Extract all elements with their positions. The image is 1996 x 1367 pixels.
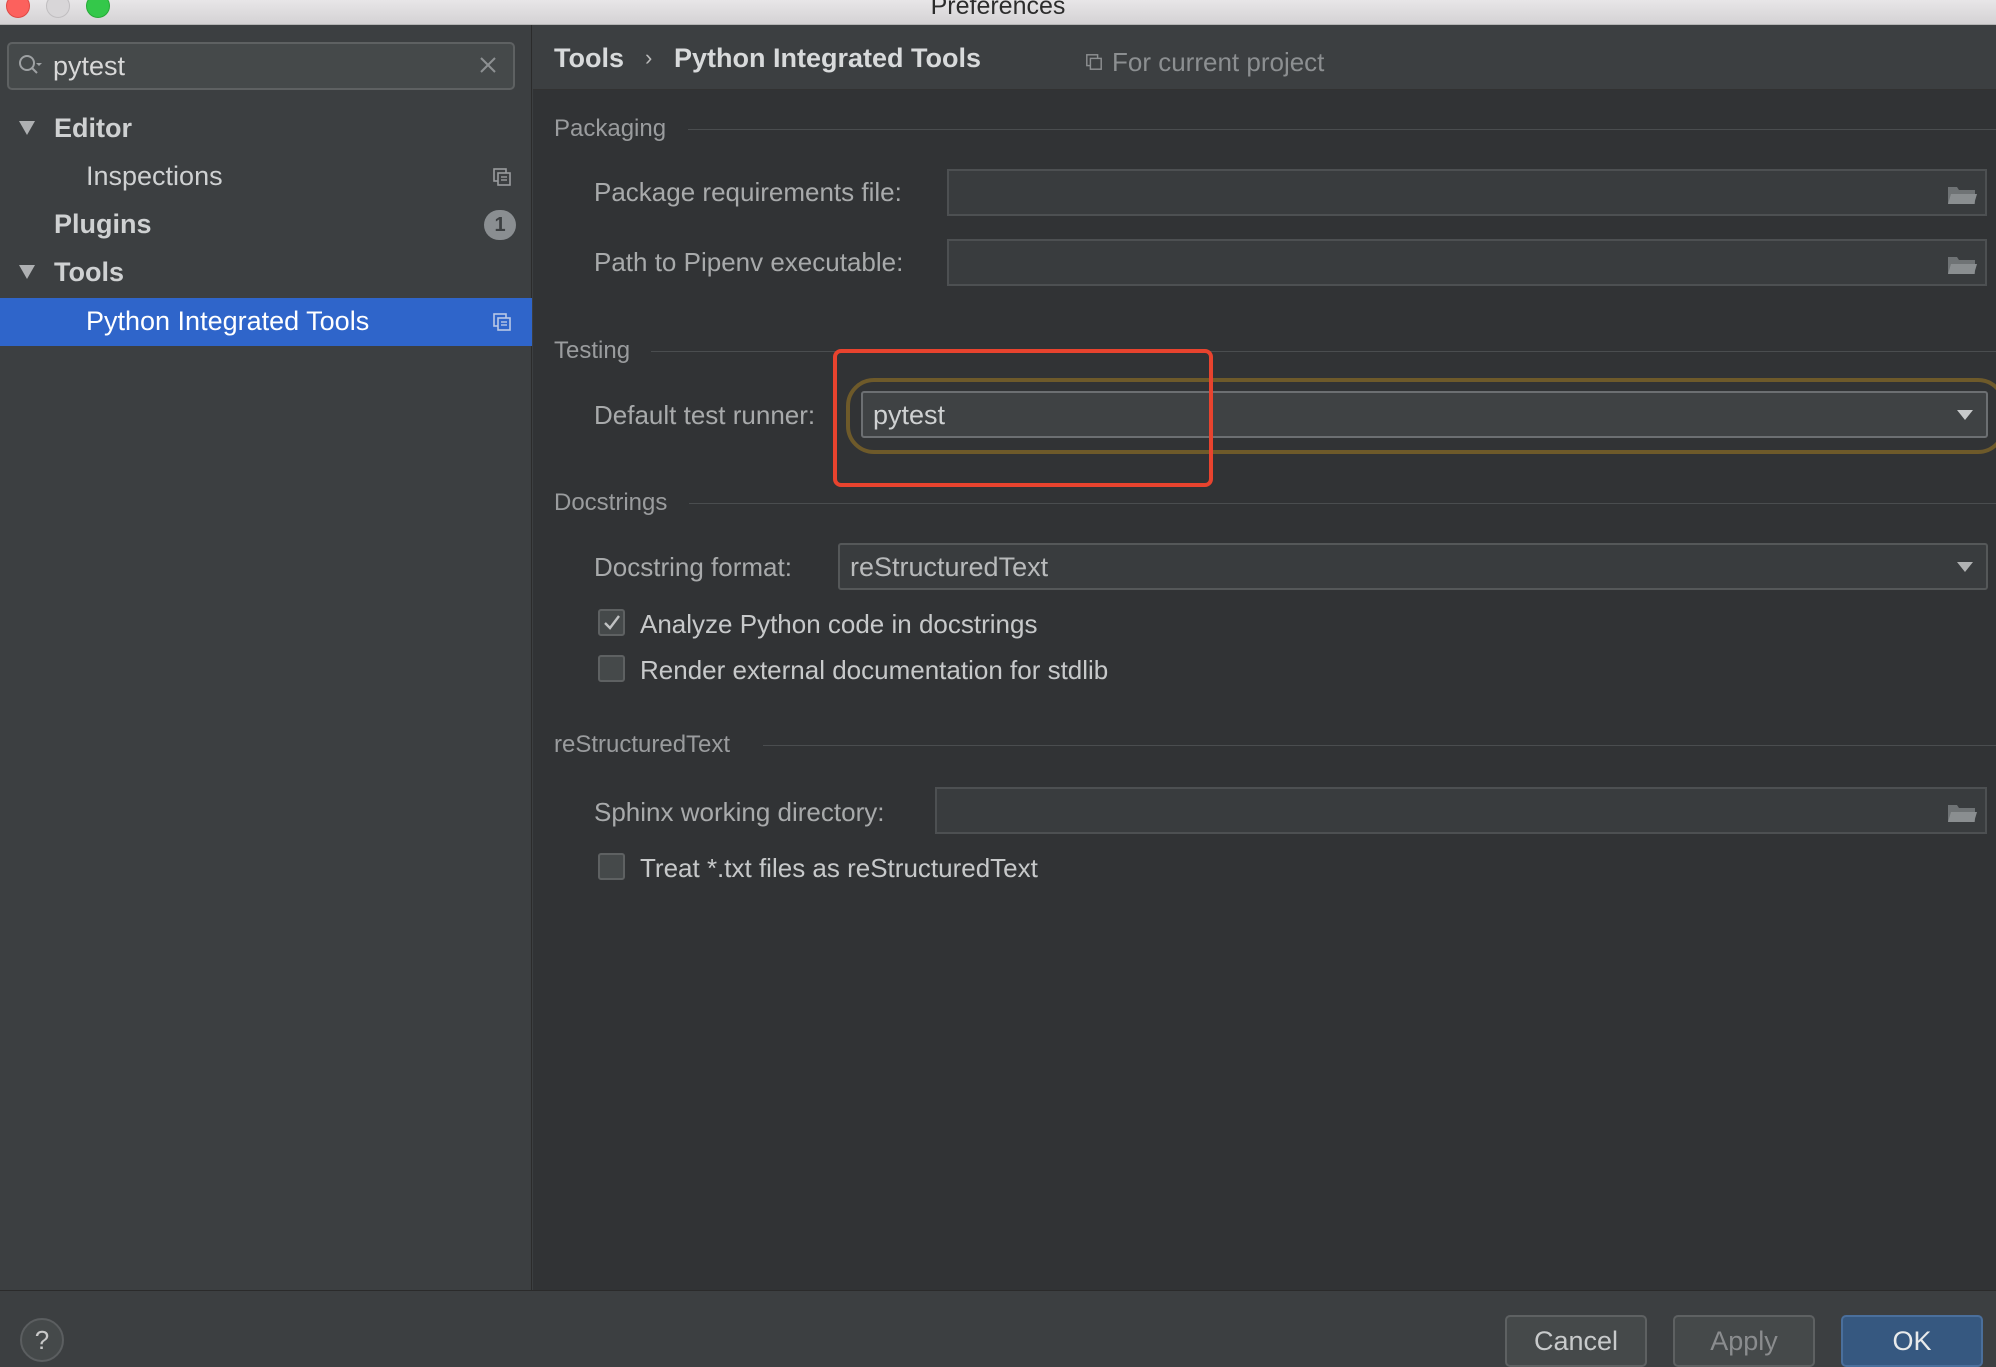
analyze-docstrings-label[interactable]: Analyze Python code in docstrings bbox=[640, 609, 1037, 640]
section-divider bbox=[689, 503, 1996, 504]
sidebar-item-label: Python Integrated Tools bbox=[86, 306, 370, 336]
annotation-highlight-box bbox=[833, 349, 1213, 487]
apply-button[interactable]: Apply bbox=[1673, 1315, 1815, 1367]
settings-search-field[interactable]: pytest bbox=[7, 42, 515, 90]
breadcrumb-current: Python Integrated Tools bbox=[674, 43, 982, 73]
pipenv-path-field[interactable] bbox=[947, 239, 1987, 286]
docstring-format-value: reStructuredText bbox=[850, 552, 1049, 582]
sphinx-dir-label: Sphinx working directory: bbox=[594, 797, 885, 827]
section-title-docstrings: Docstrings bbox=[554, 489, 668, 516]
title-bar: Preferences bbox=[0, 0, 1996, 25]
checkmark-icon bbox=[604, 615, 620, 630]
plugins-update-badge: 1 bbox=[484, 210, 516, 240]
breadcrumb-separator: › bbox=[645, 45, 653, 70]
breadcrumb-parent[interactable]: Tools bbox=[554, 43, 624, 74]
sidebar-item-label: Inspections bbox=[86, 161, 223, 191]
breadcrumb: Tools › Python Integrated Tools For curr… bbox=[533, 25, 1996, 90]
chevron-down-icon[interactable] bbox=[1956, 409, 1974, 421]
expanded-arrow-icon[interactable] bbox=[17, 263, 37, 281]
sidebar-item-inspections[interactable]: Inspections bbox=[0, 153, 532, 201]
browse-folder-icon[interactable] bbox=[1947, 253, 1977, 275]
docstring-format-label: Docstring format: bbox=[594, 552, 792, 582]
pipenv-path-label: Path to Pipenv executable: bbox=[594, 247, 904, 277]
sidebar-item-python-integrated-tools[interactable]: Python Integrated Tools bbox=[0, 298, 532, 346]
dialog-button-bar: ? Cancel Apply OK bbox=[0, 1290, 1996, 1367]
treat-txt-as-rst-label[interactable]: Treat *.txt files as reStructuredText bbox=[640, 853, 1038, 884]
search-input[interactable]: pytest bbox=[53, 51, 125, 82]
test-runner-label: Default test runner: bbox=[594, 400, 816, 430]
sidebar-item-label: Plugins bbox=[54, 209, 152, 239]
sidebar-item-label: Tools bbox=[54, 257, 124, 287]
analyze-docstrings-checkbox[interactable] bbox=[598, 609, 625, 636]
sidebar-item-label: Editor bbox=[54, 113, 132, 143]
settings-sidebar: pytest Editor Inspections Plugins 1 Tool… bbox=[0, 25, 532, 1290]
ok-button[interactable]: OK bbox=[1841, 1315, 1983, 1367]
clear-search-icon[interactable] bbox=[477, 54, 499, 76]
docstring-format-dropdown[interactable]: reStructuredText bbox=[838, 543, 1988, 590]
sphinx-dir-field[interactable] bbox=[935, 787, 1987, 834]
project-scope-icon bbox=[493, 313, 511, 331]
expanded-arrow-icon[interactable] bbox=[17, 119, 37, 137]
cancel-button[interactable]: Cancel bbox=[1505, 1315, 1647, 1367]
section-divider bbox=[688, 129, 1996, 130]
chevron-down-icon[interactable] bbox=[1956, 561, 1974, 573]
sidebar-item-editor[interactable]: Editor bbox=[0, 105, 532, 153]
render-stdlib-docs-label[interactable]: Render external documentation for stdlib bbox=[640, 655, 1108, 686]
section-title-restructuredtext: reStructuredText bbox=[554, 731, 731, 758]
treat-txt-as-rst-checkbox[interactable] bbox=[598, 853, 625, 880]
scope-label: For current project bbox=[1112, 47, 1325, 77]
browse-folder-icon[interactable] bbox=[1947, 801, 1977, 823]
help-button[interactable]: ? bbox=[20, 1318, 64, 1362]
settings-content-panel: Tools › Python Integrated Tools For curr… bbox=[533, 25, 1996, 1290]
project-scope-icon bbox=[1086, 54, 1102, 70]
render-stdlib-docs-checkbox[interactable] bbox=[598, 655, 625, 682]
project-scope-icon bbox=[493, 168, 511, 186]
search-icon[interactable] bbox=[18, 54, 42, 78]
sidebar-item-plugins[interactable]: Plugins 1 bbox=[0, 201, 532, 249]
sidebar-item-tools[interactable]: Tools bbox=[0, 249, 532, 297]
requirements-file-label: Package requirements file: bbox=[594, 177, 902, 207]
section-title-packaging: Packaging bbox=[554, 115, 667, 142]
section-title-testing: Testing bbox=[554, 337, 631, 364]
window-title: Preferences bbox=[930, 0, 1066, 20]
section-divider bbox=[763, 745, 1996, 746]
browse-folder-icon[interactable] bbox=[1947, 183, 1977, 205]
requirements-file-field[interactable] bbox=[947, 169, 1987, 216]
